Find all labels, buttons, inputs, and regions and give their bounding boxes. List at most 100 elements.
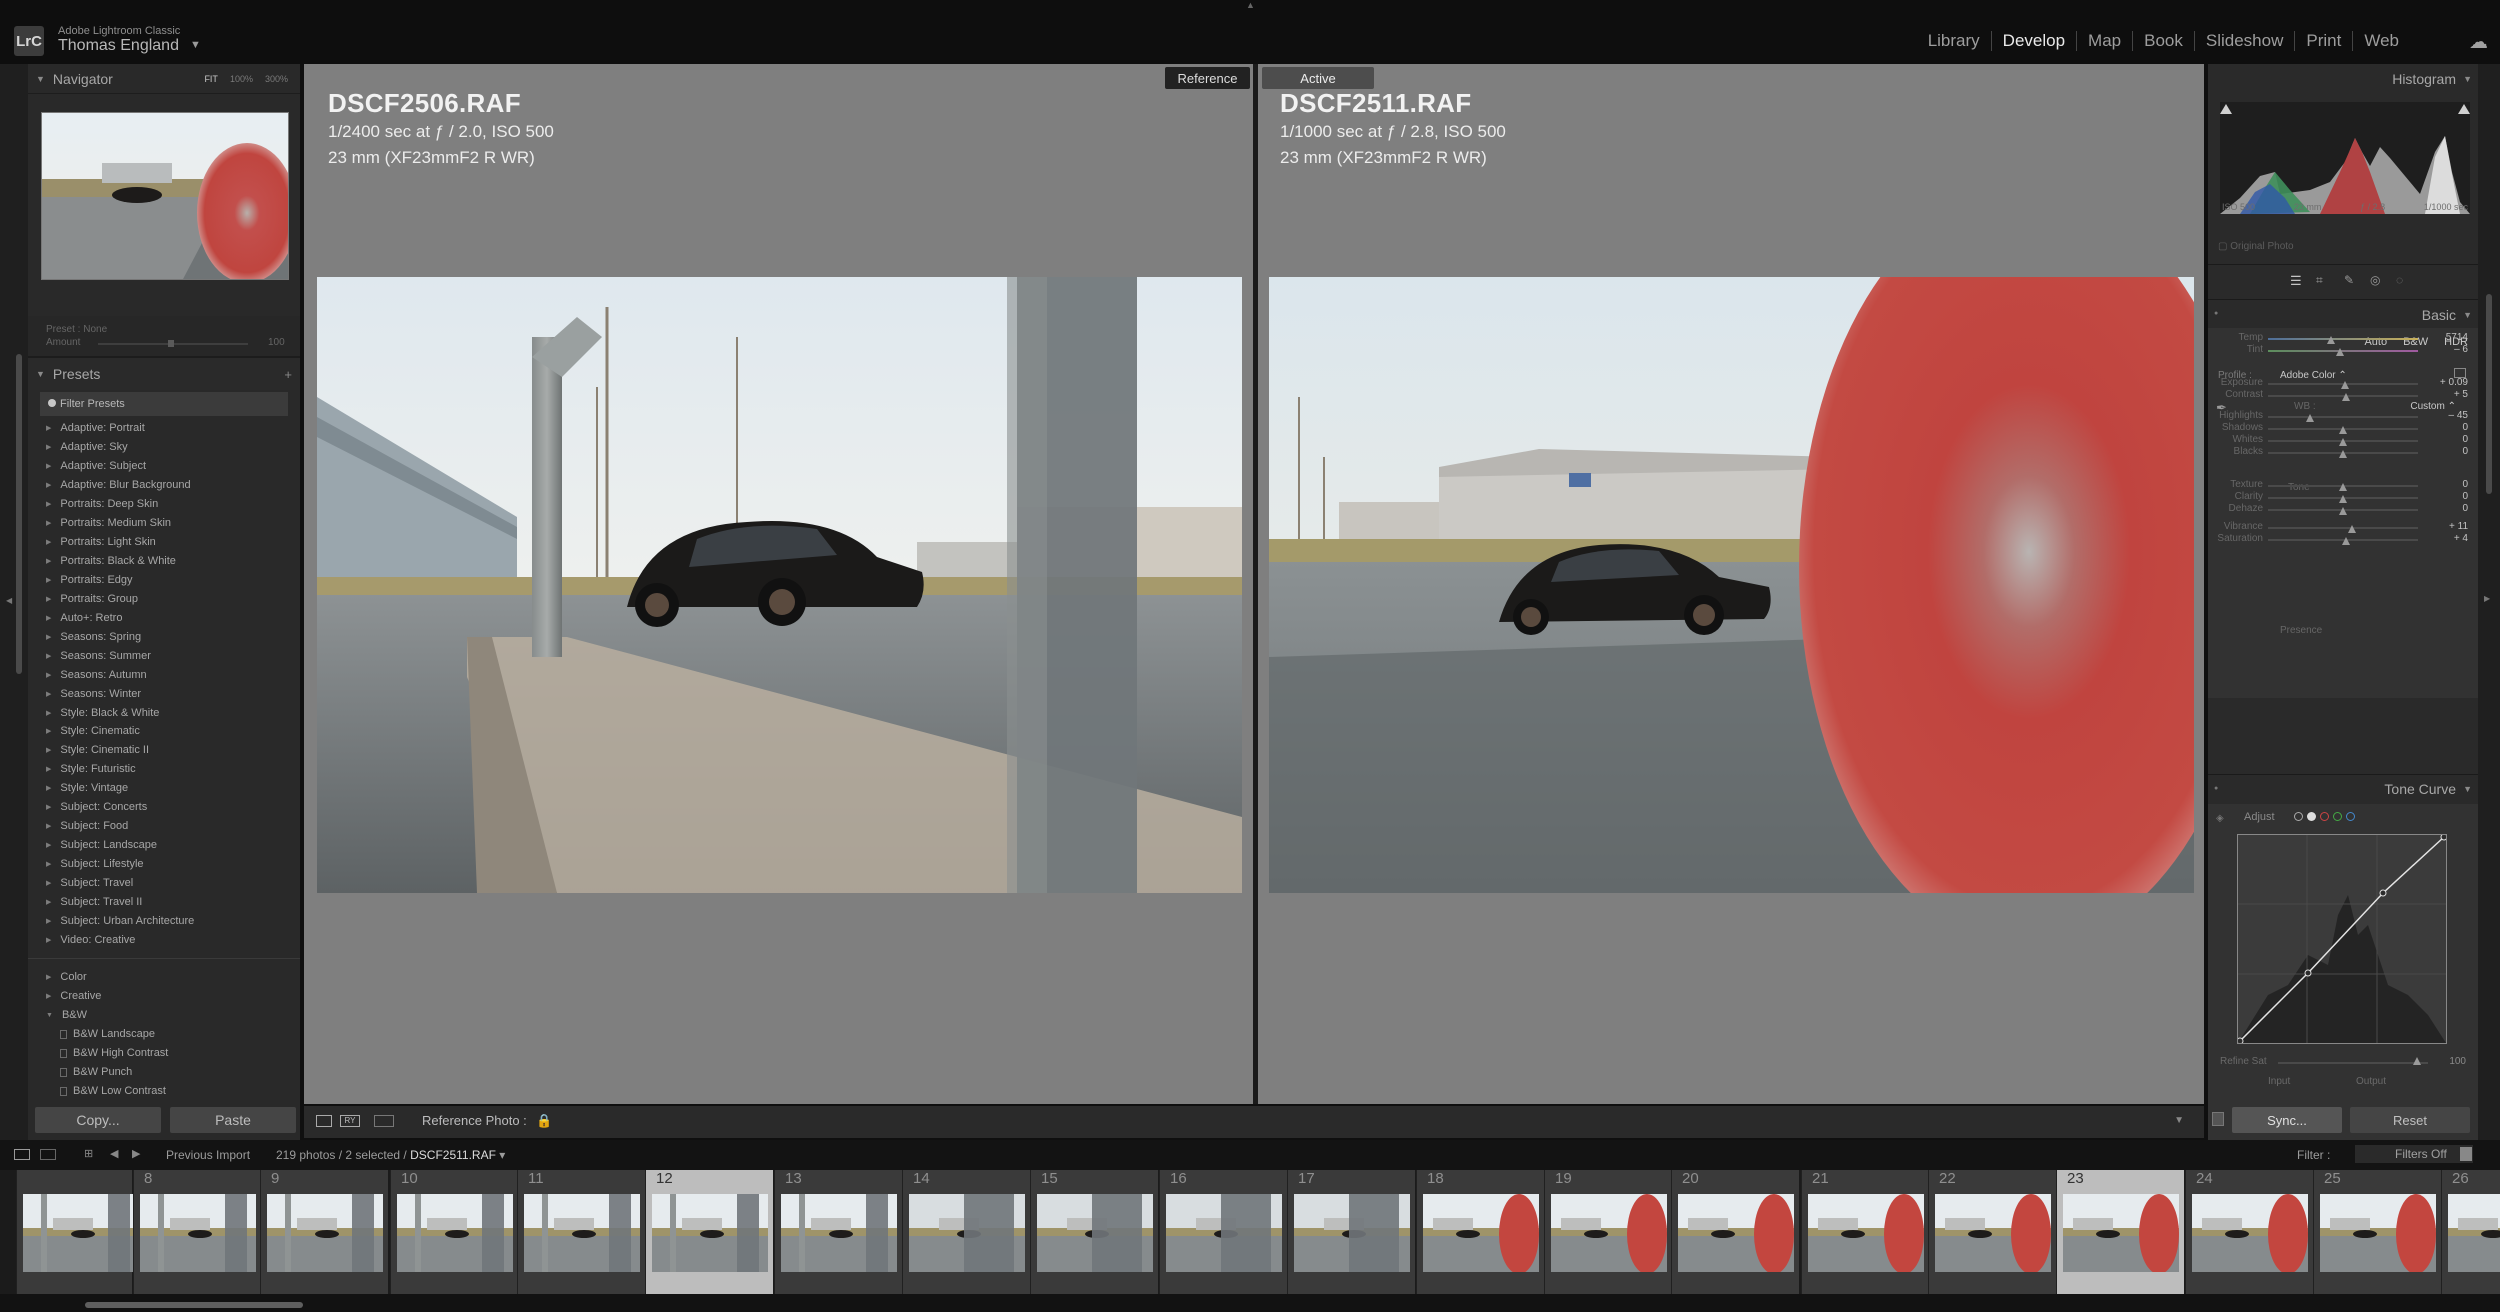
presets-header[interactable]: ▼ Presets + [28, 356, 300, 390]
filmstrip-thumbnail[interactable]: 24 [2185, 1170, 2313, 1294]
lock-icon[interactable]: 🔒 [536, 1113, 552, 1129]
preset-group-item[interactable]: ▶ Subject: Urban Architecture [40, 911, 295, 930]
filmstrip-thumbnail[interactable]: 9 [260, 1170, 388, 1294]
filter-presets-input[interactable]: Filter Presets [40, 392, 288, 416]
module-print[interactable]: Print [2295, 31, 2354, 51]
preset-group-item[interactable]: ▶ Seasons: Spring [40, 627, 295, 646]
preset-group-item[interactable]: ▶ Seasons: Autumn [40, 665, 295, 684]
preset-group-item[interactable]: ▶ Style: Futuristic [40, 760, 295, 779]
histogram[interactable]: ISO 500 23 mm ƒ / 2.8 1/1000 sec [2220, 102, 2470, 214]
module-develop[interactable]: Develop [1992, 31, 2078, 51]
slider-value[interactable]: + 4 [2428, 533, 2468, 544]
preset-item[interactable]: B&W Punch [40, 1063, 295, 1082]
add-preset-icon[interactable]: + [284, 367, 292, 382]
slider-track[interactable] [2268, 416, 2418, 418]
slider-thumb[interactable] [2336, 348, 2344, 356]
module-library[interactable]: Library [1917, 31, 1992, 51]
module-web[interactable]: Web [2353, 31, 2410, 51]
module-slideshow[interactable]: Slideshow [2195, 31, 2296, 51]
user-dropdown-icon[interactable]: ▼ [190, 39, 201, 51]
slider-track[interactable] [2268, 527, 2418, 529]
sync-button[interactable]: Sync... [2232, 1107, 2342, 1133]
slider-highlights[interactable]: Highlights – 45 [2208, 410, 2478, 422]
filmstrip-thumbnail[interactable] [16, 1170, 139, 1294]
module-map[interactable]: Map [2077, 31, 2134, 51]
preset-group-item[interactable]: ▶ Portraits: Black & White [40, 552, 295, 571]
preset-group[interactable]: ▼ B&W [40, 1006, 295, 1025]
filmstrip-thumbnail[interactable]: 26 [2441, 1170, 2500, 1294]
target-adjust-icon[interactable]: ◈ [2216, 813, 2224, 824]
slider-thumb[interactable] [2327, 336, 2335, 344]
preset-item[interactable]: B&W Landscape [40, 1025, 295, 1044]
slider-value[interactable]: 0 [2428, 479, 2468, 490]
slider-saturation[interactable]: Saturation + 4 [2208, 533, 2478, 545]
slider-clarity[interactable]: Clarity 0 [2208, 491, 2478, 503]
main-window-icon[interactable] [14, 1149, 30, 1160]
masking-icon[interactable]: ◌ [2396, 273, 2403, 287]
slider-shadows[interactable]: Shadows 0 [2208, 422, 2478, 434]
filter-dropdown[interactable]: Filters Off [2355, 1145, 2473, 1163]
preset-group-item[interactable]: ▶ Subject: Travel [40, 874, 295, 893]
slider-thumb[interactable] [2348, 525, 2356, 533]
parametric-curve-icon[interactable] [2294, 812, 2303, 821]
cloud-icon[interactable]: ☁ [2469, 31, 2488, 54]
zoom-100[interactable]: 100% [230, 74, 253, 84]
preset-group-item[interactable]: ▶ Auto+: Retro [40, 608, 295, 627]
slider-thumb[interactable] [2339, 483, 2347, 491]
amount-slider-thumb[interactable] [168, 340, 174, 347]
slider-value[interactable]: + 11 [2428, 521, 2468, 532]
tone-curve-header[interactable]: ● Tone Curve ▼ [2208, 774, 2478, 802]
preset-group-item[interactable]: ▶ Style: Cinematic II [40, 741, 295, 760]
toolbar-menu-icon[interactable]: ▼ [2174, 1115, 2184, 1126]
slider-thumb[interactable] [2306, 414, 2314, 422]
loupe-view-icon[interactable] [316, 1115, 332, 1127]
green-channel-icon[interactable] [2333, 812, 2342, 821]
slider-dehaze[interactable]: Dehaze 0 [2208, 503, 2478, 515]
left-panel-toggle-icon[interactable]: ◀ [6, 596, 12, 605]
tone-curve-graph[interactable] [2236, 833, 2448, 1045]
filmstrip-thumbnail[interactable]: 18 [1416, 1170, 1544, 1294]
filmstrip-thumbnail[interactable]: 25 [2313, 1170, 2441, 1294]
slider-thumb[interactable] [2339, 495, 2347, 503]
right-scrollbar[interactable] [2486, 294, 2492, 494]
preset-group-item[interactable]: ▶ Subject: Food [40, 817, 295, 836]
slider-thumb[interactable] [2342, 393, 2350, 401]
slider-whites[interactable]: Whites 0 [2208, 434, 2478, 446]
preset-group-item[interactable]: ▶ Portraits: Group [40, 589, 295, 608]
second-window-icon[interactable] [40, 1149, 56, 1160]
slider-value[interactable]: 0 [2428, 491, 2468, 502]
preset-group-item[interactable]: ▶ Seasons: Winter [40, 684, 295, 703]
preset-group-item[interactable]: ▶ Style: Black & White [40, 703, 295, 722]
slider-value[interactable]: + 5 [2428, 389, 2468, 400]
preset-group-item[interactable]: ▶ Subject: Concerts [40, 798, 295, 817]
preset-group[interactable]: ▶ Creative [40, 987, 295, 1006]
filmstrip-thumbnail[interactable]: 17 [1287, 1170, 1415, 1294]
preset-group-item[interactable]: ▶ Subject: Landscape [40, 836, 295, 855]
slider-contrast[interactable]: Contrast + 5 [2208, 389, 2478, 401]
slider-value[interactable]: – 6 [2428, 344, 2468, 355]
zoom-fit[interactable]: FIT [204, 74, 218, 84]
filmstrip-thumbnail[interactable]: 10 [390, 1170, 518, 1294]
sync-toggle-icon[interactable] [2212, 1112, 2224, 1126]
preset-item[interactable]: B&W High Contrast [40, 1044, 295, 1063]
preset-group-item[interactable]: ▶ Adaptive: Portrait [40, 419, 295, 438]
slider-tint[interactable]: Tint – 6 [2208, 344, 2478, 356]
preset-group-item[interactable]: ▶ Subject: Lifestyle [40, 855, 295, 874]
filmstrip-thumbnail[interactable]: 13 [774, 1170, 902, 1294]
panel-switch-icon[interactable]: ● [2214, 310, 2218, 317]
previous-arrow-icon[interactable]: ◀ [110, 1147, 118, 1160]
preset-item[interactable]: B&W Low Contrast [40, 1082, 295, 1101]
original-photo-checkbox[interactable]: ▢ Original Photo [2218, 241, 2294, 252]
slider-value[interactable]: + 0.09 [2428, 377, 2468, 388]
grid-view-icon[interactable]: ⊞ [84, 1147, 93, 1160]
slider-vibrance[interactable]: Vibrance + 11 [2208, 521, 2478, 533]
compare-view-icon[interactable] [374, 1115, 394, 1127]
blue-channel-icon[interactable] [2346, 812, 2355, 821]
filmstrip-thumbnail[interactable]: 14 [902, 1170, 1030, 1294]
slider-exposure[interactable]: Exposure + 0.09 [2208, 377, 2478, 389]
left-scrollbar[interactable] [16, 354, 22, 674]
filmstrip-thumbnail[interactable]: 23 [2056, 1170, 2184, 1294]
histogram-header[interactable]: Histogram ▼ [2208, 64, 2478, 94]
user-name[interactable]: Thomas England [58, 37, 179, 55]
paste-button[interactable]: Paste [170, 1107, 296, 1133]
